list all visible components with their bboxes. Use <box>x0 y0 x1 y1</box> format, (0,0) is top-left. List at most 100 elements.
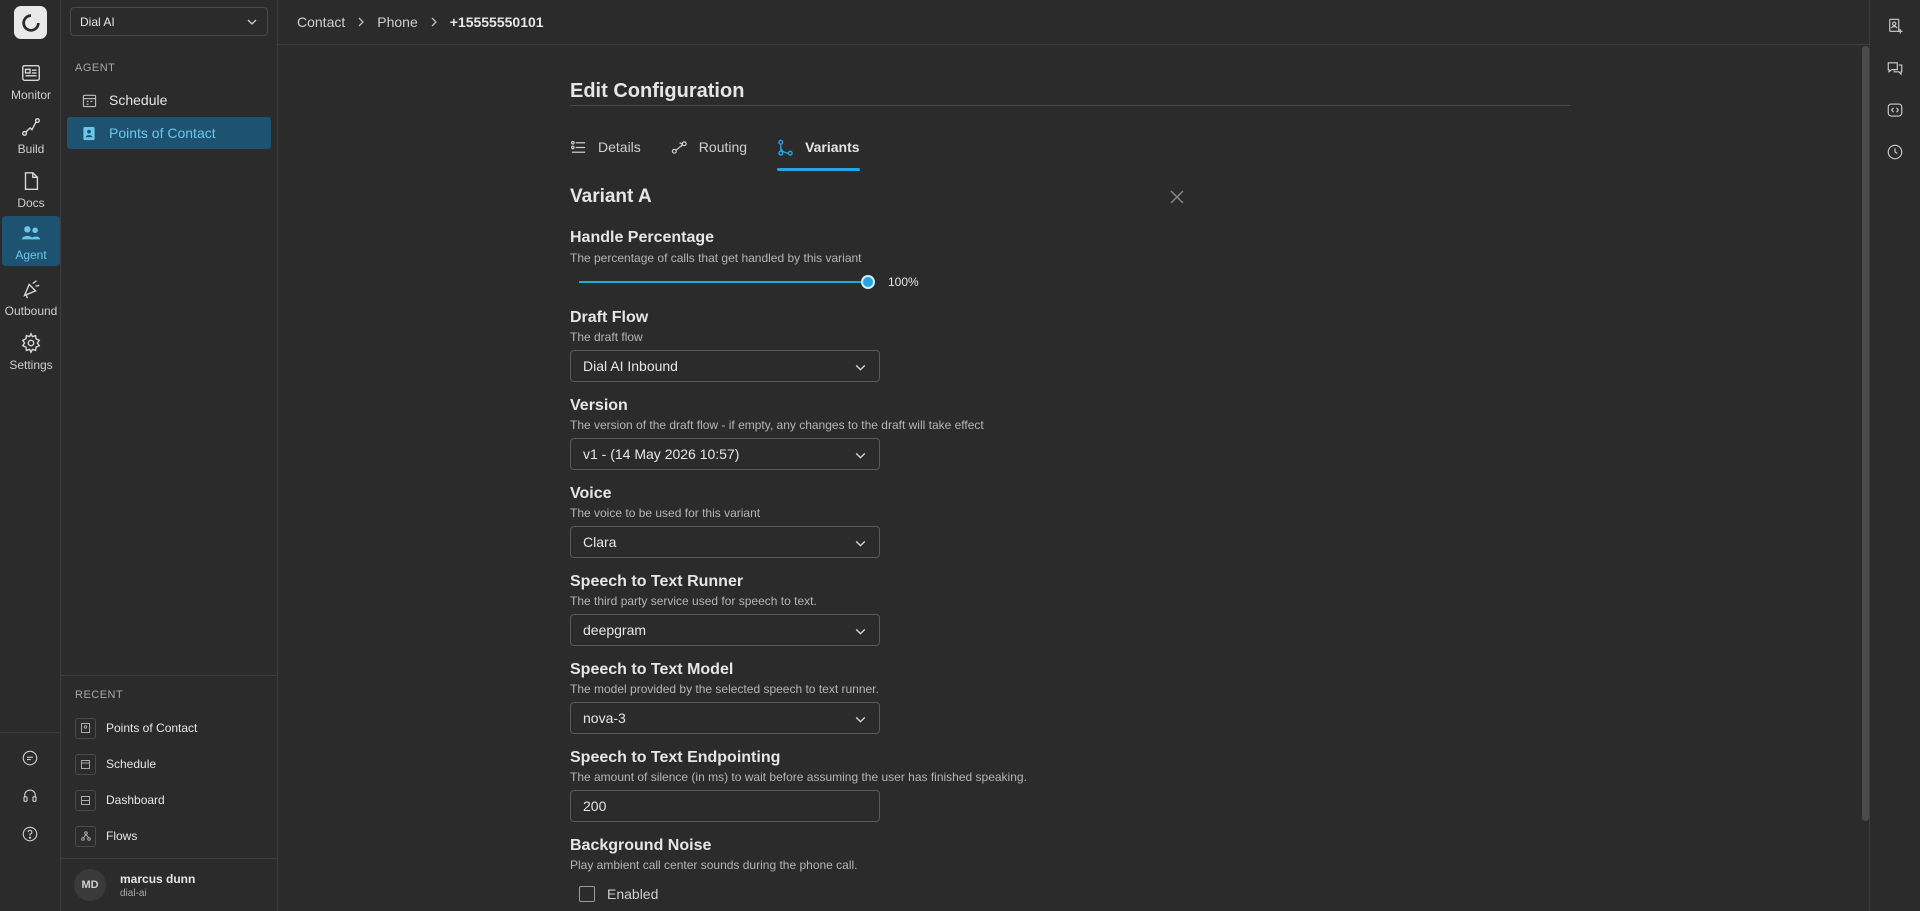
stt-model-select[interactable]: nova-3 <box>570 702 880 734</box>
build-icon <box>22 118 40 136</box>
handle-percentage-label: Handle Percentage <box>570 229 715 246</box>
variants-icon <box>778 139 793 156</box>
code-icon[interactable] <box>1883 98 1907 122</box>
recent-item-dashboard[interactable]: Dashboard <box>75 788 165 812</box>
recent-item-points-of-contact[interactable]: Points of Contact <box>75 716 197 740</box>
chat-icon[interactable] <box>18 746 42 770</box>
draft-flow-value: Dial AI Inbound <box>583 358 678 374</box>
right-rail <box>1869 0 1920 911</box>
breadcrumb-phone[interactable]: Phone <box>377 14 417 30</box>
version-label: Version <box>570 397 628 414</box>
background-noise-checkbox-label[interactable]: Enabled <box>607 886 658 902</box>
outbound-icon <box>23 280 40 299</box>
user-name: marcus dunn <box>120 871 196 886</box>
rail-item-outbound[interactable]: Outbound <box>2 272 60 320</box>
calendar-icon <box>75 753 96 775</box>
panel-item-points-of-contact[interactable]: Points of Contact <box>67 117 271 149</box>
details-icon <box>570 140 586 153</box>
panel-item-label: Schedule <box>109 92 168 108</box>
gear-icon <box>21 332 41 354</box>
voice-label: Voice <box>570 485 612 502</box>
voice-value: Clara <box>583 534 617 550</box>
chevron-down-icon <box>855 716 866 723</box>
rail-item-build[interactable]: Build <box>2 110 60 158</box>
flows-icon <box>75 825 96 847</box>
stt-model-desc: The model provided by the selected speec… <box>570 682 879 696</box>
icon-rail: Monitor Build Docs Agent Outbound Settin… <box>0 0 61 911</box>
org-select[interactable]: Dial AI <box>70 7 268 36</box>
stt-runner-desc: The third party service used for speech … <box>570 594 817 608</box>
avatar: MD <box>74 869 106 901</box>
side-panel: Dial AI AGENT Schedule Points of Contact… <box>61 0 278 911</box>
panel-divider <box>61 675 278 676</box>
chevron-down-icon <box>855 540 866 547</box>
stt-runner-select[interactable]: deepgram <box>570 614 880 646</box>
tab-label: Details <box>598 139 641 155</box>
tab-variants[interactable]: Variants <box>777 137 861 171</box>
stt-runner-label: Speech to Text Runner <box>570 573 744 590</box>
rail-item-agent[interactable]: Agent <box>2 216 60 266</box>
rail-item-label: Agent <box>15 248 47 262</box>
app-logo-icon[interactable] <box>14 6 47 39</box>
version-value: v1 - (14 May 2026 10:57) <box>583 446 740 462</box>
rail-item-label: Settings <box>9 358 53 372</box>
tab-label: Variants <box>805 139 860 155</box>
agent-icon <box>21 226 41 240</box>
chevron-right-icon <box>356 17 366 27</box>
routing-icon <box>671 141 687 154</box>
stt-runner-value: deepgram <box>583 622 647 638</box>
tab-routing[interactable]: Routing <box>671 137 747 171</box>
chevron-down-icon <box>855 364 866 371</box>
user-menu[interactable]: MD marcus dunn dial-ai <box>61 859 278 911</box>
chat-bubbles-icon[interactable] <box>1883 56 1907 80</box>
handle-percentage-desc: The percentage of calls that get handled… <box>570 251 862 265</box>
page-title: Edit Configuration <box>570 80 745 102</box>
draft-flow-select[interactable]: Dial AI Inbound <box>570 350 880 382</box>
chevron-down-icon <box>247 19 257 25</box>
rail-item-settings[interactable]: Settings <box>2 326 60 374</box>
draft-flow-label: Draft Flow <box>570 309 649 326</box>
stt-endpointing-input[interactable] <box>570 790 880 822</box>
recent-item-label: Points of Contact <box>106 721 198 735</box>
contact-icon <box>81 125 97 141</box>
close-icon[interactable] <box>1168 188 1186 206</box>
history-icon[interactable] <box>1883 140 1907 164</box>
breadcrumb-contact[interactable]: Contact <box>297 14 345 30</box>
rail-item-label: Docs <box>17 196 45 210</box>
tab-details[interactable]: Details <box>570 137 641 171</box>
scrollbar[interactable] <box>1862 46 1869 821</box>
panel-item-schedule[interactable]: Schedule <box>67 84 271 116</box>
support-icon[interactable] <box>18 784 42 808</box>
draft-flow-desc: The draft flow <box>570 330 643 344</box>
background-noise-checkbox[interactable] <box>579 886 595 902</box>
handle-percentage-value: 100% <box>888 275 919 289</box>
rail-item-label: Monitor <box>10 88 51 102</box>
user-org: dial-ai <box>120 887 147 899</box>
recent-item-schedule[interactable]: Schedule <box>75 752 156 776</box>
version-desc: The version of the draft flow - if empty… <box>570 418 984 432</box>
recent-item-label: Flows <box>106 829 138 843</box>
rail-item-monitor[interactable]: Monitor <box>2 56 60 104</box>
rail-item-docs[interactable]: Docs <box>2 164 60 212</box>
breadcrumb: Contact Phone +15555550101 <box>278 0 1869 45</box>
version-select[interactable]: v1 - (14 May 2026 10:57) <box>570 438 880 470</box>
rail-item-label: Build <box>17 142 45 156</box>
tab-label: Routing <box>698 139 748 155</box>
help-icon[interactable] <box>18 822 42 846</box>
handle-percentage-slider-track[interactable] <box>579 281 869 283</box>
stt-model-value: nova-3 <box>583 710 626 726</box>
chevron-down-icon <box>855 452 866 459</box>
panel-item-label: Points of Contact <box>109 125 216 141</box>
voice-select[interactable]: Clara <box>570 526 880 558</box>
recent-item-flows[interactable]: Flows <box>75 824 137 848</box>
rail-item-label: Outbound <box>4 304 58 318</box>
recent-item-label: Dashboard <box>106 793 165 807</box>
contact-add-icon[interactable] <box>1883 14 1907 38</box>
voice-desc: The voice to be used for this variant <box>570 506 761 520</box>
section-title-agent: AGENT <box>75 62 116 74</box>
breadcrumb-number: +15555550101 <box>449 14 544 30</box>
background-noise-desc: Play ambient call center sounds during t… <box>570 858 858 872</box>
docs-icon <box>24 172 39 190</box>
handle-percentage-slider-thumb[interactable] <box>861 275 875 289</box>
chevron-right-icon <box>429 17 439 27</box>
